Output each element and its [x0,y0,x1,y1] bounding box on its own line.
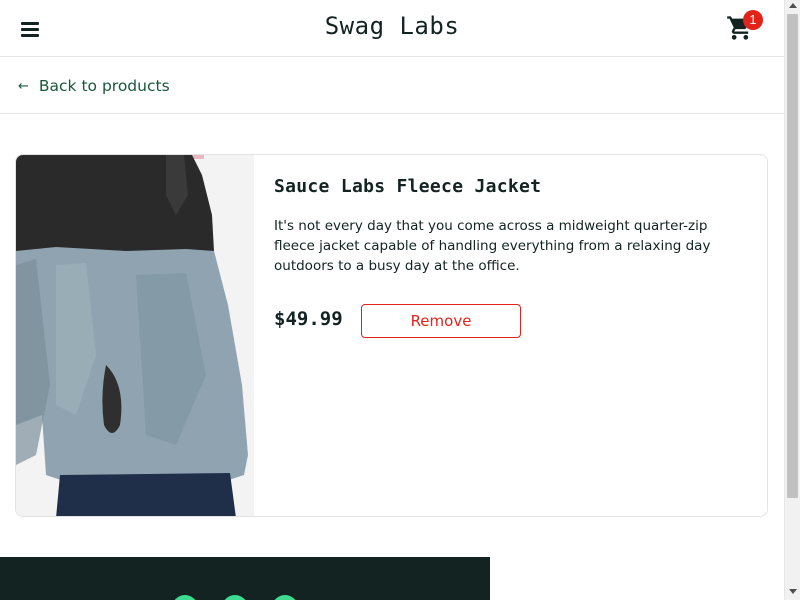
facebook-icon[interactable] [222,595,248,600]
remove-button[interactable]: Remove [361,304,521,338]
scroll-down-arrow-icon[interactable] [789,589,797,594]
vertical-scrollbar[interactable] [784,0,800,600]
product-image [16,155,254,516]
product-name: Sauce Labs Fleece Jacket [274,176,542,197]
back-to-products-label: Back to products [38,77,170,95]
twitter-icon[interactable] [172,595,198,600]
app-logo: Swag Labs [324,12,460,40]
back-to-products-button[interactable]: ← Back to products [18,74,170,98]
scroll-up-arrow-icon[interactable] [789,3,797,8]
product-detail-page: Swag Labs 1 ← Back to products Sauce Lab… [0,0,784,600]
footer [0,557,490,600]
secondary-header: ← Back to products [0,57,784,114]
product-description: It's not every day that you come across … [274,218,711,274]
primary-header: Swag Labs 1 [0,0,784,57]
product-details: Sauce Labs Fleece Jacket It's not every … [274,155,767,516]
arrow-left-icon: ← [18,78,29,94]
product-detail-card: Sauce Labs Fleece Jacket It's not every … [15,154,768,517]
linkedin-icon[interactable] [272,595,298,600]
scrollbar-thumb[interactable] [787,14,798,498]
product-price: $49.99 [274,308,343,330]
cart-badge: 1 [743,10,763,30]
